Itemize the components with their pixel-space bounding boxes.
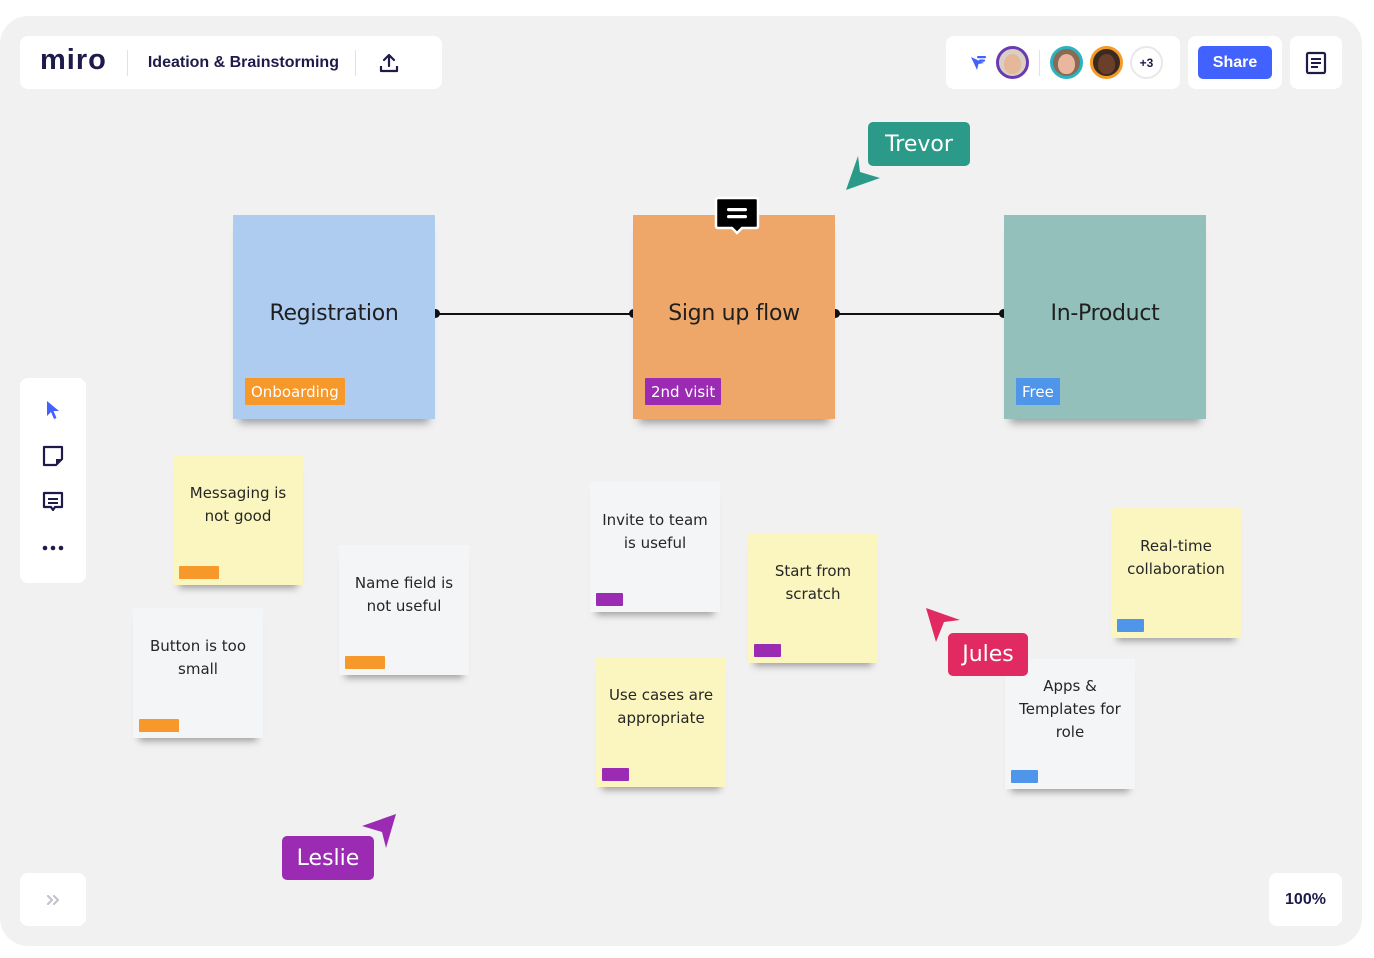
frame-in-product[interactable]: In-Product Free (1004, 215, 1206, 419)
notes-icon[interactable] (1290, 36, 1342, 89)
sticky-text: Button is too small (150, 637, 246, 678)
avatar[interactable] (1090, 46, 1123, 79)
chevron-double-right-icon[interactable] (20, 873, 86, 926)
follow-cursor-icon[interactable] (966, 51, 990, 75)
cursor-label-trevor: Trevor (868, 122, 970, 166)
sticky-text: Start from scratch (774, 562, 852, 603)
cursor-label-jules: Jules (948, 633, 1028, 676)
board-header: miro Ideation & Brainstorming (20, 36, 442, 89)
sticky-text: Real-time collaboration (1127, 537, 1225, 578)
sticky-note-icon[interactable] (37, 442, 69, 470)
miro-logo[interactable]: miro (40, 44, 107, 77)
share-panel: Share (1188, 36, 1282, 89)
expand-panel (20, 873, 86, 926)
sticky-tag[interactable] (179, 566, 219, 579)
sticky-tag[interactable] (345, 656, 385, 669)
sticky-note[interactable]: Button is too small (133, 608, 263, 738)
divider (1039, 49, 1040, 76)
share-button[interactable]: Share (1198, 46, 1272, 79)
collaborators-bar: +3 (946, 36, 1180, 89)
left-toolbar (20, 378, 86, 583)
tag-free[interactable]: Free (1016, 378, 1060, 405)
sticky-tag[interactable] (1011, 770, 1038, 783)
notes-panel (1290, 36, 1342, 89)
sticky-tag[interactable] (754, 644, 781, 657)
divider (126, 49, 128, 76)
frame-registration[interactable]: Registration Onboarding (233, 215, 435, 419)
tag-onboarding[interactable]: Onboarding (245, 378, 345, 405)
frame-sign-up-flow[interactable]: Sign up flow 2nd visit (633, 215, 835, 419)
cursor-arrow-icon[interactable] (37, 396, 69, 424)
sticky-note[interactable]: Name field is not useful (339, 545, 469, 675)
frame-title: Sign up flow (668, 301, 800, 326)
board-canvas[interactable]: miro Ideation & Brainstorming +3 Share 1… (0, 16, 1362, 946)
more-collaborators-count[interactable]: +3 (1130, 46, 1163, 79)
sticky-tag[interactable] (602, 768, 629, 781)
connector-line[interactable] (436, 313, 634, 315)
sticky-note[interactable]: Apps & Templates for role (1005, 659, 1135, 789)
sticky-tag[interactable] (596, 593, 623, 606)
more-horizontal-icon[interactable] (37, 534, 69, 562)
sticky-text: Invite to team is useful (602, 511, 708, 552)
frame-title: In-Product (1050, 301, 1160, 326)
sticky-text: Apps & Templates for role (1019, 676, 1121, 741)
avatar[interactable] (1050, 46, 1083, 79)
zoom-level[interactable]: 100% (1269, 873, 1342, 926)
sticky-note[interactable]: Messaging is not good (173, 455, 303, 585)
sticky-text: Messaging is not good (189, 484, 287, 525)
connector-line[interactable] (836, 313, 1004, 315)
avatar[interactable] (996, 46, 1029, 79)
board-title[interactable]: Ideation & Brainstorming (148, 54, 339, 72)
sticky-note[interactable]: Use cases are appropriate (596, 657, 726, 787)
cursor-label-leslie: Leslie (282, 836, 374, 880)
tag-2nd-visit[interactable]: 2nd visit (645, 378, 722, 405)
frame-title: Registration (269, 301, 399, 326)
sticky-note[interactable]: Start from scratch (748, 533, 878, 663)
sticky-text: Use cases are appropriate (608, 686, 714, 727)
comment-bubble-icon[interactable] (714, 196, 760, 236)
sticky-tag[interactable] (139, 719, 179, 732)
sticky-note[interactable]: Invite to team is useful (590, 482, 720, 612)
upload-icon[interactable] (374, 48, 404, 78)
sticky-text: Name field is not useful (354, 574, 454, 615)
sticky-note[interactable]: Real-time collaboration (1111, 508, 1241, 638)
divider (354, 49, 356, 76)
comment-icon[interactable] (37, 488, 69, 516)
sticky-tag[interactable] (1117, 619, 1144, 632)
